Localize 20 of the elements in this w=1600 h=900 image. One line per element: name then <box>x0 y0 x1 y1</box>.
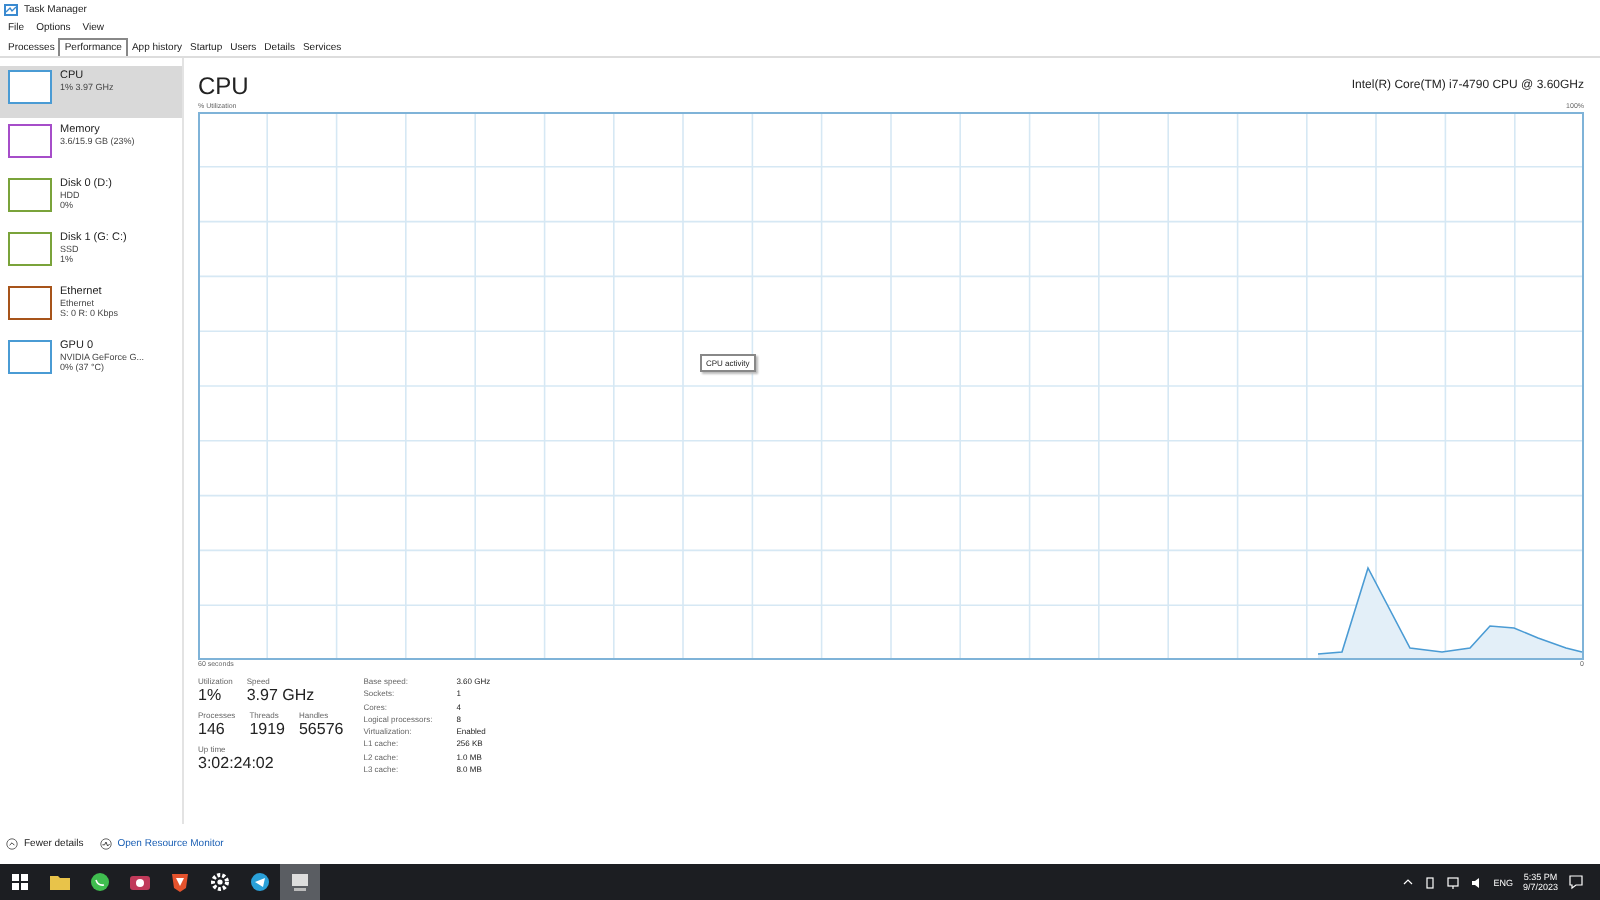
app-icon <box>4 3 18 15</box>
stat-value: 146 <box>198 720 227 740</box>
chevron-up-icon[interactable] <box>1401 876 1414 888</box>
stat-value: 1919 <box>249 720 285 740</box>
section-title: CPU <box>198 72 249 100</box>
stat-value: 3.97 GHz <box>246 686 315 706</box>
chat-icon <box>86 868 114 896</box>
chevron-up-icon <box>6 838 18 850</box>
windows-icon <box>6 868 34 896</box>
stat-value: 3:02:24:02 <box>198 754 274 774</box>
speaker-icon[interactable] <box>1469 875 1484 889</box>
notification-icon[interactable] <box>1568 874 1584 890</box>
stat-value: 56576 <box>298 720 344 740</box>
gauge-icon <box>99 838 112 850</box>
monitor-icon <box>286 868 314 896</box>
settings-icon <box>206 868 234 896</box>
paper-plane-icon <box>246 868 274 896</box>
network-icon[interactable] <box>1445 875 1460 889</box>
shield-icon <box>166 868 194 896</box>
stat-value: 1% <box>198 686 224 706</box>
